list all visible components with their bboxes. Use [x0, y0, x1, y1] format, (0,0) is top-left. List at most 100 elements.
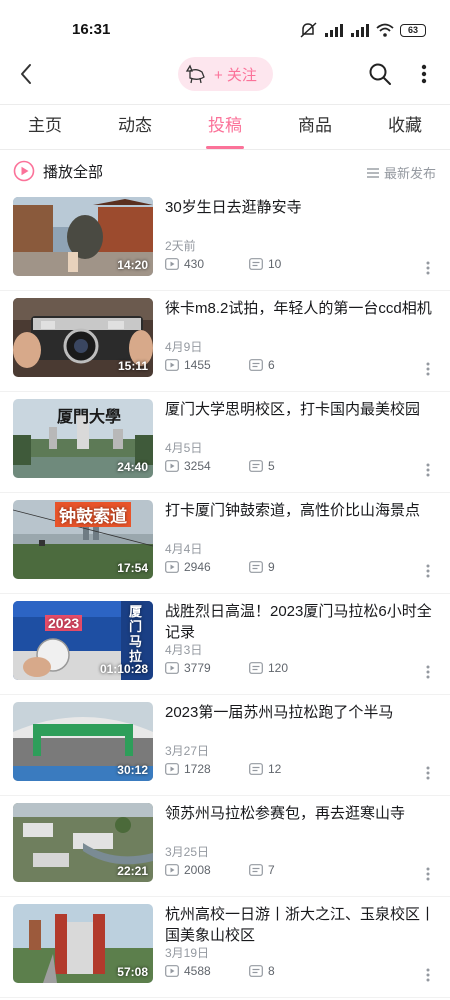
video-title[interactable]: 领苏州马拉松参赛包，再去逛寒山寺 [165, 803, 435, 824]
more-vertical-icon [426, 362, 430, 376]
chevron-left-icon [21, 64, 31, 84]
video-thumbnail[interactable]: 30:12 [13, 702, 153, 781]
item-more-button[interactable] [424, 361, 432, 377]
video-duration: 30:12 [117, 763, 148, 777]
video-title[interactable]: 打卡厦门钟鼓索道，高性价比山海景点 [165, 500, 435, 521]
comment-count-value: 7 [268, 863, 275, 877]
video-date: 3月25日 [165, 845, 210, 859]
list-header: 播放全部 最新发布 [0, 152, 450, 190]
video-item[interactable]: 钟鼓索道 17:54 打卡厦门钟鼓索道，高性价比山海景点 4月4日 2946 9 [0, 493, 450, 594]
more-vertical-icon [426, 766, 430, 780]
play-count-icon [165, 460, 179, 472]
video-item[interactable]: 22:21 领苏州马拉松参赛包，再去逛寒山寺 3月25日 2008 7 [0, 796, 450, 897]
video-date: 4月9日 [165, 340, 203, 354]
view-count-value: 1728 [184, 762, 211, 776]
item-more-button[interactable] [424, 765, 432, 781]
video-title[interactable]: 杭州高校一日游丨浙大之江、玉泉校区丨国美象山校区 [165, 904, 435, 946]
status-time: 16:31 [72, 21, 111, 38]
view-count: 2946 [165, 560, 249, 574]
tab-goods[interactable]: 商品 [270, 105, 360, 149]
play-count-icon [165, 864, 179, 876]
video-thumbnail[interactable]: 57:08 [13, 904, 153, 983]
video-duration: 22:21 [117, 864, 148, 878]
video-item[interactable]: 57:08 杭州高校一日游丨浙大之江、玉泉校区丨国美象山校区 3月19日 458… [0, 897, 450, 998]
video-duration: 14:20 [117, 258, 148, 272]
danmaku-icon [249, 460, 263, 472]
search-icon [369, 63, 391, 85]
item-more-button[interactable] [424, 462, 432, 478]
tab-favorites[interactable]: 收藏 [360, 105, 450, 149]
comment-count-value: 12 [268, 762, 282, 776]
more-vertical-icon [421, 64, 427, 84]
video-title[interactable]: 战胜烈日高温！2023厦门马拉松6小时全记录 [165, 601, 435, 643]
danmaku-icon [249, 662, 263, 674]
more-button[interactable] [412, 60, 436, 88]
video-item[interactable]: 15:11 徕卡m8.2试拍，年轻人的第一台ccd相机 4月9日 1455 6 [0, 291, 450, 392]
item-more-button[interactable] [424, 260, 432, 276]
video-item[interactable]: 30:12 2023第一届苏州马拉松跑了个半马 3月27日 1728 12 [0, 695, 450, 796]
video-duration: 57:08 [117, 965, 148, 979]
view-count: 430 [165, 257, 249, 271]
item-more-button[interactable] [424, 866, 432, 882]
item-more-button[interactable] [424, 563, 432, 579]
wifi-icon [376, 23, 394, 37]
item-more-button[interactable] [424, 967, 432, 983]
thumbnail-caption-top: 2023 [45, 615, 83, 631]
tab-dynamics[interactable]: 动态 [90, 105, 180, 149]
thumbnail-caption-side: 厦门马拉 [129, 604, 143, 664]
view-count: 1455 [165, 358, 249, 372]
video-thumbnail[interactable]: 钟鼓索道 17:54 [13, 500, 153, 579]
view-count: 3779 [165, 661, 249, 675]
more-vertical-icon [426, 564, 430, 578]
back-button[interactable] [12, 60, 40, 88]
thumbnail-caption: 钟鼓索道 [55, 502, 131, 527]
tab-home[interactable]: 主页 [0, 105, 90, 149]
video-stats: 1455 6 [165, 358, 333, 372]
view-count-value: 1455 [184, 358, 211, 372]
video-thumbnail[interactable]: 15:11 [13, 298, 153, 377]
avatar [184, 62, 208, 86]
comment-count-value: 8 [268, 964, 275, 978]
comment-count: 8 [249, 964, 333, 978]
video-date: 4月5日 [165, 441, 203, 455]
video-item[interactable]: 14:20 30岁生日去逛静安寺 2天前 430 10 [0, 190, 450, 291]
video-title[interactable]: 厦门大学思明校区，打卡国内最美校园 [165, 399, 435, 420]
play-all-button[interactable]: 播放全部 [13, 160, 103, 182]
item-more-button[interactable] [424, 664, 432, 680]
search-button[interactable] [366, 60, 394, 88]
danmaku-icon [249, 258, 263, 270]
view-count-value: 3779 [184, 661, 211, 675]
video-date: 3月27日 [165, 744, 210, 758]
video-title[interactable]: 30岁生日去逛静安寺 [165, 197, 435, 218]
video-date: 4月4日 [165, 542, 203, 556]
video-stats: 3254 5 [165, 459, 333, 473]
video-duration: 15:11 [117, 359, 148, 373]
more-vertical-icon [426, 463, 430, 477]
view-count-value: 4588 [184, 964, 211, 978]
play-count-icon [165, 359, 179, 371]
video-thumbnail[interactable]: 14:20 [13, 197, 153, 276]
video-thumbnail[interactable]: 22:21 [13, 803, 153, 882]
more-vertical-icon [426, 968, 430, 982]
danmaku-icon [249, 561, 263, 573]
video-thumbnail[interactable]: 2023 厦门马拉 01:10:28 [13, 601, 153, 680]
more-vertical-icon [426, 867, 430, 881]
top-nav: + 关注 [0, 50, 450, 98]
video-title[interactable]: 2023第一届苏州马拉松跑了个半马 [165, 702, 435, 723]
play-count-icon [165, 662, 179, 674]
danmaku-icon [249, 864, 263, 876]
follow-button[interactable]: + 关注 [178, 57, 273, 91]
comment-count-value: 120 [268, 661, 289, 675]
video-item[interactable]: 厦門大學 24:40 厦门大学思明校区，打卡国内最美校园 4月5日 3254 5 [0, 392, 450, 493]
video-date: 2天前 [165, 239, 196, 253]
video-list: 14:20 30岁生日去逛静安寺 2天前 430 10 15:11 徕卡m8.2… [0, 190, 450, 998]
tab-bar: 主页 动态 投稿 商品 收藏 [0, 104, 450, 150]
comment-count: 5 [249, 459, 333, 473]
tab-uploads[interactable]: 投稿 [180, 105, 270, 149]
video-title[interactable]: 徕卡m8.2试拍，年轻人的第一台ccd相机 [165, 298, 435, 319]
video-item[interactable]: 2023 厦门马拉 01:10:28 战胜烈日高温！2023厦门马拉松6小时全记… [0, 594, 450, 695]
sort-button[interactable]: 最新发布 [366, 163, 436, 182]
play-all-label: 播放全部 [43, 163, 104, 181]
video-thumbnail[interactable]: 厦門大學 24:40 [13, 399, 153, 478]
sort-label: 最新发布 [383, 166, 436, 181]
